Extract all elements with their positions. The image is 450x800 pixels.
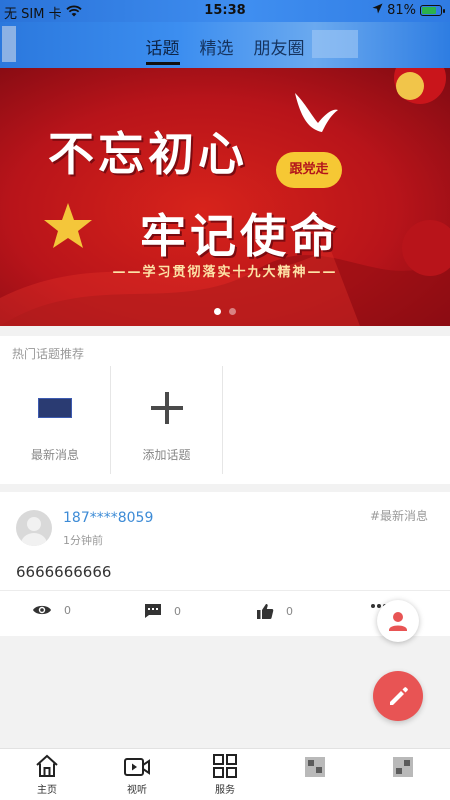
carousel-dot[interactable]	[229, 308, 236, 315]
battery-icon	[420, 5, 445, 16]
banner-carousel[interactable]: 不忘初心 跟党走 牢记使命 ——学习贯彻落实十九大精神——	[0, 68, 450, 326]
hot-topics-title: 热门话题推荐	[12, 347, 85, 361]
battery-percent: 81%	[387, 3, 416, 18]
comment-button[interactable]: 0	[144, 603, 181, 619]
nav-item-5[interactable]	[358, 749, 448, 800]
banner-decor	[0, 68, 450, 326]
nav-video[interactable]: 视听	[92, 749, 182, 800]
nav-video-label: 视听	[127, 785, 147, 796]
post-content: 6666666666	[16, 563, 112, 581]
banner-seal: 跟党走	[276, 152, 342, 188]
comment-count: 0	[174, 604, 181, 618]
battery-fill	[422, 7, 436, 14]
pencil-icon	[390, 687, 408, 705]
nav-item-4[interactable]	[270, 749, 360, 800]
post-username[interactable]: 187****8059	[63, 510, 153, 526]
user-fab-button[interactable]	[377, 600, 419, 642]
eye-icon	[32, 603, 52, 617]
topic-card-label: 添加话题	[142, 448, 191, 462]
carousel-indicator	[0, 308, 450, 315]
nav-services[interactable]: 服务	[180, 749, 270, 800]
hot-topics-section: 热门话题推荐 最新消息 添加话题	[0, 336, 450, 484]
plus-icon	[147, 388, 187, 428]
tab-topics[interactable]: 话题	[145, 34, 180, 65]
user-icon	[389, 612, 407, 631]
compose-post-button[interactable]	[373, 671, 423, 721]
location-arrow-icon	[372, 3, 383, 18]
carousel-dot[interactable]	[214, 308, 221, 315]
post-topic-tag[interactable]: #最新消息	[370, 507, 428, 524]
nav-home-label: 主页	[37, 785, 57, 796]
banner-slogan: ——学习贯彻落实十九大精神——	[112, 265, 338, 280]
banner-headline-1: 不忘初心	[48, 127, 248, 181]
like-count: 0	[286, 605, 293, 618]
tab-list: 话题 精选 朋友圈	[0, 34, 450, 65]
tab-moments[interactable]: 朋友圈	[254, 34, 305, 65]
bottom-nav: 主页 视听 服务	[0, 748, 450, 800]
video-icon	[124, 758, 150, 776]
post-time: 1分钟前	[63, 534, 103, 547]
tab-featured[interactable]: 精选	[200, 34, 234, 65]
topic-thumbnail	[38, 398, 72, 418]
nav-home[interactable]: 主页	[2, 749, 92, 800]
like-button[interactable]: 0	[256, 603, 293, 620]
home-icon	[36, 754, 58, 777]
topic-card-label: 最新消息	[30, 448, 79, 462]
star-icon	[44, 203, 92, 248]
comment-icon	[144, 603, 162, 619]
nav-services-label: 服务	[215, 785, 235, 796]
banner-headline-2: 牢记使命	[140, 209, 340, 263]
status-right: 81%	[372, 3, 445, 18]
thumb-up-icon	[256, 603, 274, 620]
blurred-icon	[393, 757, 413, 777]
blurred-icon	[305, 757, 325, 777]
app-screen: 无 SIM 卡 15:38 81% 话题 精选 朋友圈 不忘初心 跟党走 牢记使…	[0, 0, 450, 800]
view-count-button[interactable]: 0	[32, 603, 71, 617]
dove-icon	[295, 93, 338, 132]
view-count: 0	[64, 603, 71, 617]
status-bar: 无 SIM 卡 15:38 81%	[0, 0, 450, 22]
avatar[interactable]	[16, 510, 52, 546]
add-topic-button[interactable]: 添加话题	[111, 366, 223, 474]
hot-topics-list: 最新消息 添加话题	[0, 366, 223, 474]
top-tab-bar: 话题 精选 朋友圈	[0, 22, 450, 68]
grid-icon	[213, 754, 237, 778]
topic-card-latest[interactable]: 最新消息	[0, 366, 111, 474]
